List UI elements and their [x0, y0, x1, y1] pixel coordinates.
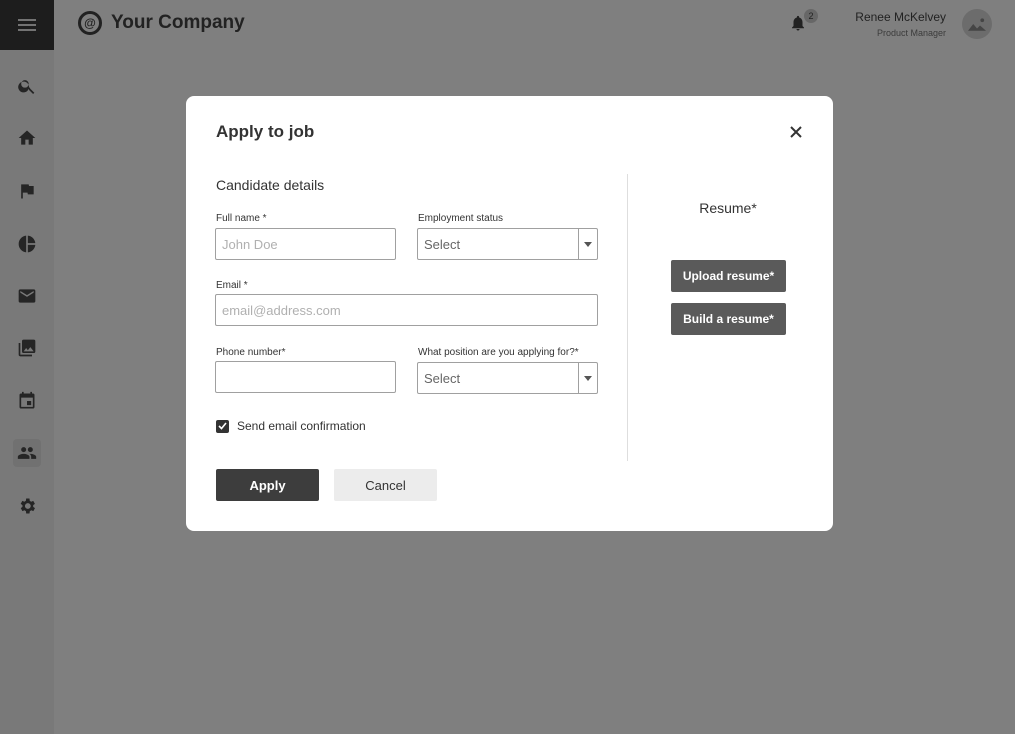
email-label: Email * — [216, 280, 248, 291]
cancel-button[interactable]: Cancel — [334, 469, 437, 501]
full-name-label: Full name * — [216, 213, 267, 224]
chevron-down-icon — [584, 241, 592, 247]
build-resume-button[interactable]: Build a resume* — [671, 303, 786, 335]
phone-label: Phone number* — [216, 347, 286, 358]
upload-resume-button[interactable]: Upload resume* — [671, 260, 786, 292]
employment-status-select[interactable]: Select — [417, 228, 598, 260]
dropdown-arrow[interactable] — [578, 363, 597, 393]
close-button[interactable] — [787, 123, 805, 141]
apply-button[interactable]: Apply — [216, 469, 319, 501]
resume-label: Resume* — [699, 200, 757, 216]
send-confirmation-label: Send email confirmation — [237, 419, 366, 433]
position-label: What position are you applying for?* — [418, 347, 579, 358]
phone-input[interactable] — [215, 361, 396, 393]
position-value: Select — [424, 370, 461, 386]
section-title: Candidate details — [216, 177, 325, 193]
send-confirmation-checkbox[interactable] — [216, 419, 229, 433]
vertical-divider — [627, 174, 628, 461]
apply-job-dialog: Apply to job Candidate details Full name… — [186, 96, 833, 531]
dropdown-arrow[interactable] — [578, 229, 597, 259]
employment-status-value: Select — [424, 236, 461, 252]
dialog-title: Apply to job — [216, 122, 315, 141]
checkmark-icon — [218, 422, 227, 430]
chevron-down-icon — [584, 375, 592, 381]
close-icon — [790, 126, 802, 138]
position-select[interactable]: Select — [417, 362, 598, 394]
full-name-input[interactable] — [215, 228, 396, 260]
send-confirmation-row[interactable]: Send email confirmation — [216, 419, 366, 433]
employment-status-label: Employment status — [418, 213, 504, 224]
email-field[interactable] — [215, 294, 598, 326]
